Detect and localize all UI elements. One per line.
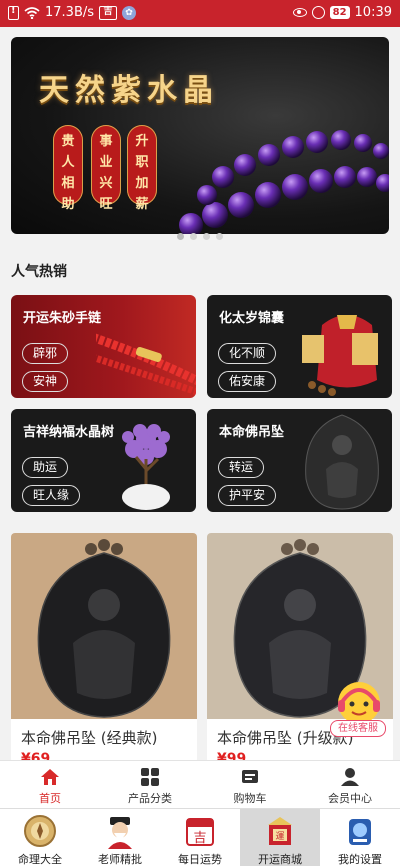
promo-title: 本命佛吊坠 bbox=[219, 425, 285, 440]
banner-tag-1: 贵人相助 bbox=[53, 125, 83, 212]
cart-icon bbox=[242, 770, 258, 783]
nav-label: 每日运势 bbox=[178, 853, 222, 866]
assistant-icon: ✿ bbox=[122, 5, 137, 20]
tab-label: 购物车 bbox=[233, 792, 267, 805]
promo-tag: 助运 bbox=[22, 457, 69, 478]
alarm-icon bbox=[311, 6, 325, 19]
product-name: 本命佛吊坠 (经典款) bbox=[21, 729, 158, 747]
promo-card-crystal-tree[interactable]: 吉祥纳福水晶树 助运 旺人缘 bbox=[11, 409, 196, 512]
promo-title: 开运朱砂手链 bbox=[23, 311, 102, 326]
tab-categories[interactable]: 产品分类 bbox=[100, 761, 200, 808]
buddha-pendant-image bbox=[305, 414, 379, 510]
calendar-icon: 吉 bbox=[186, 818, 214, 846]
promo-tag: 转运 bbox=[218, 457, 265, 478]
tab-cart[interactable]: 购物车 bbox=[200, 761, 300, 808]
pagination-dot bbox=[190, 233, 197, 240]
wifi-icon bbox=[24, 6, 40, 19]
network-speed: 17.3B/s bbox=[45, 5, 95, 20]
banner-tag-3: 升职加薪 bbox=[127, 125, 157, 212]
amulet-pouch-image bbox=[302, 315, 378, 396]
nav-fortune-encyclopedia[interactable]: 命理大全 bbox=[0, 809, 80, 866]
pagination-dot bbox=[177, 233, 184, 240]
shop-tab-bar: 首页 产品分类 购物车 会员中心 bbox=[0, 760, 400, 808]
nav-master-reading[interactable]: 老师精批 bbox=[80, 809, 160, 866]
banner-title: 天然紫水晶 bbox=[39, 73, 219, 108]
promo-tag: 安神 bbox=[22, 371, 69, 392]
promo-card-cinnabar[interactable]: 开运朱砂手链 辟邪 安神 bbox=[11, 295, 196, 398]
bottom-navigation: 命理大全 老师精批 吉 每日运势 運 开运商城 我的设置 bbox=[0, 808, 400, 866]
promo-tag: 护平安 bbox=[218, 485, 277, 506]
promo-title: 吉祥纳福水晶树 bbox=[23, 425, 115, 440]
svg-text:吉: 吉 bbox=[193, 831, 206, 846]
tab-label: 首页 bbox=[39, 792, 61, 805]
amethyst-bracelet-image bbox=[179, 130, 389, 234]
tab-member[interactable]: 会员中心 bbox=[300, 761, 400, 808]
promo-tag: 辟邪 bbox=[22, 343, 69, 364]
home-icon bbox=[41, 769, 59, 785]
promo-tag: 化不顺 bbox=[218, 343, 277, 364]
svg-text:運: 運 bbox=[275, 831, 284, 842]
battery-icon: 82 bbox=[329, 6, 350, 19]
promo-tag: 佑安康 bbox=[218, 371, 277, 392]
promo-card-amulet-pouch[interactable]: 化太岁锦囊 化不顺 佑安康 bbox=[207, 295, 392, 398]
nav-my-settings[interactable]: 我的设置 bbox=[320, 809, 400, 866]
tab-label: 产品分类 bbox=[128, 792, 172, 805]
section-title: 人气热销 bbox=[11, 264, 67, 280]
customer-service-label: 在线客服 bbox=[330, 720, 386, 737]
banner-pagination bbox=[0, 233, 400, 243]
compass-icon bbox=[24, 815, 56, 847]
user-icon bbox=[341, 768, 359, 786]
promo-tag: 旺人缘 bbox=[22, 485, 81, 506]
app-notification-icon: 吉 bbox=[99, 5, 118, 20]
nav-fortune-mall[interactable]: 運 开运商城 bbox=[240, 809, 320, 866]
clock: 10:39 bbox=[354, 5, 392, 20]
customer-service-button[interactable]: 在线客服 bbox=[330, 680, 386, 738]
nav-label: 老师精批 bbox=[98, 853, 142, 866]
product-image bbox=[11, 533, 197, 719]
pagination-dot bbox=[203, 233, 210, 240]
eye-comfort-icon bbox=[292, 8, 307, 17]
master-icon bbox=[108, 817, 132, 849]
nav-label: 我的设置 bbox=[338, 853, 382, 866]
shop-icon: 運 bbox=[268, 817, 292, 845]
nav-daily-fortune[interactable]: 吉 每日运势 bbox=[160, 809, 240, 866]
product-card[interactable]: 本命佛吊坠 (经典款) ¥69 bbox=[11, 533, 197, 763]
status-bar: 17.3B/s 吉 ✿ 82 10:39 bbox=[0, 0, 400, 27]
cinnabar-bracelet-image bbox=[96, 333, 196, 396]
banner-tag-2: 事业兴旺 bbox=[91, 125, 121, 212]
pagination-dot bbox=[216, 233, 223, 240]
nav-label: 命理大全 bbox=[18, 853, 62, 866]
nav-label: 开运商城 bbox=[258, 853, 302, 866]
banner[interactable]: 天然紫水晶 贵人相助 事业兴旺 升职加薪 bbox=[11, 37, 389, 234]
promo-card-buddha-pendant[interactable]: 本命佛吊坠 转运 护平安 bbox=[207, 409, 392, 512]
tab-home[interactable]: 首页 bbox=[0, 761, 100, 808]
grid-icon bbox=[141, 768, 159, 786]
tab-label: 会员中心 bbox=[328, 792, 372, 805]
promo-title: 化太岁锦囊 bbox=[219, 311, 285, 326]
notification-icon bbox=[8, 5, 19, 20]
settings-icon bbox=[349, 819, 371, 845]
